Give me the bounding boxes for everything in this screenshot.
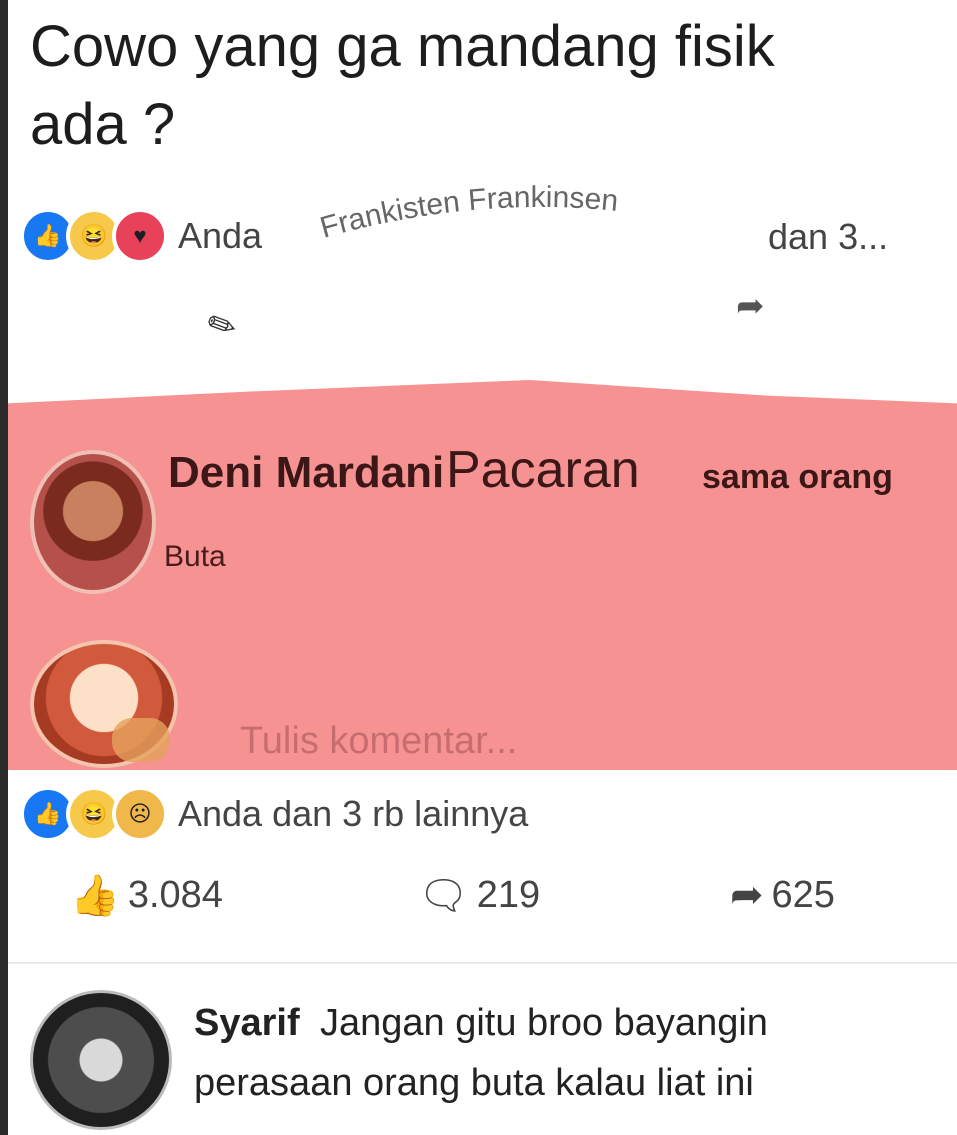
curved-name-text: Frankisten Frankinsen [317, 181, 620, 245]
reaction-summary-top[interactable]: 👍 😆 ♥ Anda [20, 208, 262, 264]
divider [8, 962, 957, 964]
reaction-summary-bottom[interactable]: 👍 😆 ☹ Anda dan 3 rb lainnya [20, 786, 528, 842]
reply-text-line-1: Jangan gitu broo bayangin [320, 1002, 768, 1044]
thumbs-up-icon: 👍 [70, 874, 120, 918]
like-button[interactable]: 👍 3.084 [70, 872, 223, 919]
curved-name-overlay: Frankisten Frankinsen [317, 181, 620, 245]
reaction-suffix: dan 3... [768, 216, 889, 257]
share-count: 625 [771, 873, 835, 916]
reply-author[interactable]: Syarif [194, 1002, 300, 1045]
avatar[interactable] [30, 450, 156, 594]
comment-author[interactable]: Deni Mardani [168, 448, 444, 498]
pencil-icon: ✎ [201, 302, 244, 350]
svg-text:Frankisten Frankinsen: Frankisten Frankinsen [317, 181, 620, 245]
share-icon[interactable]: ➦ [736, 286, 765, 326]
comment-bubble-icon: 🗨 [418, 874, 469, 918]
post-title: Cowo yang ga mandang fisik ada ? [30, 8, 930, 164]
online-badge [112, 718, 170, 762]
love-icon: ♥ [112, 208, 168, 264]
post-title-line-1: Cowo yang ga mandang fisik [30, 14, 775, 79]
reply-avatar[interactable] [30, 990, 172, 1130]
post-title-line-2: ada ? [30, 92, 176, 157]
left-edge [0, 0, 8, 1135]
comment-text: Pacaran [446, 441, 640, 499]
like-count: 3.084 [127, 874, 223, 916]
comment-text-tail: sama orang [702, 458, 893, 496]
comment-button[interactable]: 🗨 219 [418, 872, 540, 919]
reaction-you-label: Anda [178, 215, 263, 256]
action-bar: 👍 3.084 🗨 219 ➦ 625 [70, 872, 890, 934]
comment-text-line-2: Buta [164, 540, 226, 573]
share-arrow-icon: ➦ [730, 873, 764, 917]
share-button[interactable]: ➦ 625 [730, 872, 835, 918]
comment-count: 219 [476, 874, 541, 916]
reply-text-line-2: perasaan orang buta kalau liat ini [194, 1062, 754, 1104]
comment-input[interactable]: Tulis komentar... [240, 720, 517, 763]
sad-icon: ☹ [112, 786, 168, 842]
reaction-summary-label: Anda dan 3 rb lainnya [178, 793, 529, 834]
